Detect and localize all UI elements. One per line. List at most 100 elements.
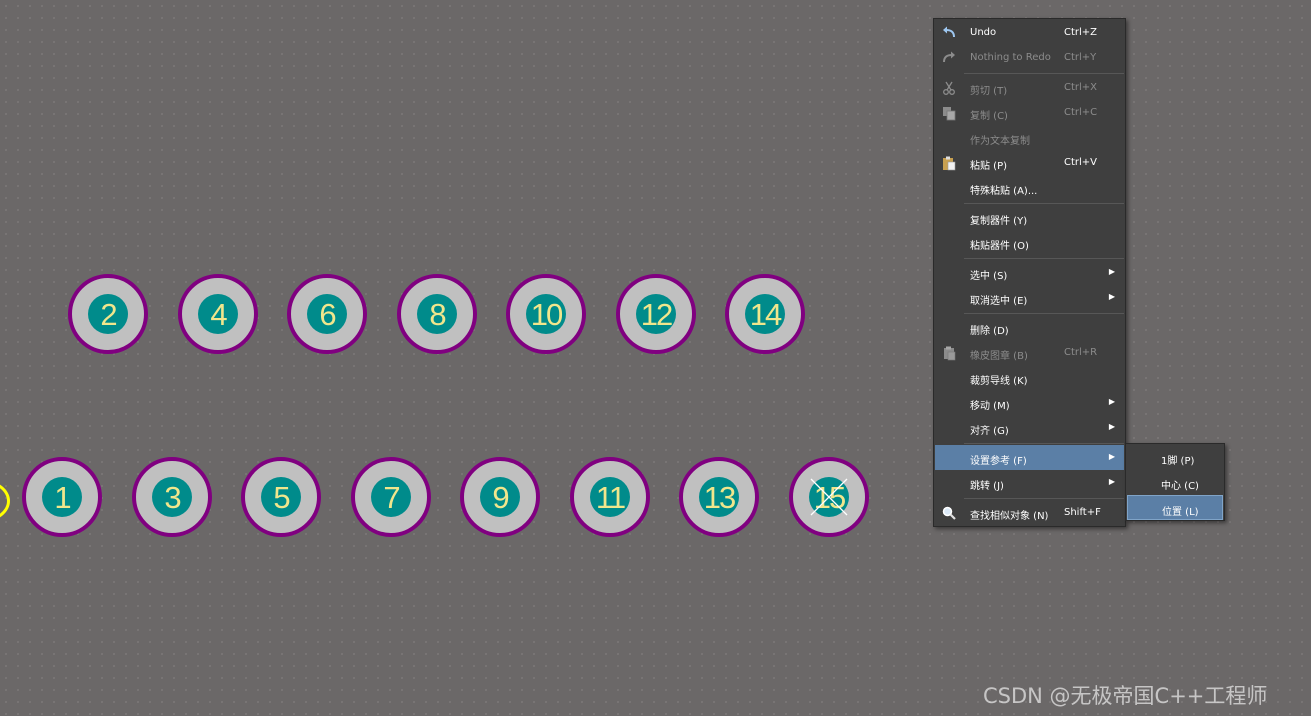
pad-5[interactable]: 5 — [241, 457, 321, 537]
search-icon — [942, 506, 956, 520]
pad-designator: 2 — [88, 294, 128, 334]
menu-item-copy[interactable]: 复制 (C) Ctrl+C — [935, 100, 1124, 125]
menu-item-break-track[interactable]: 裁剪导线 (K) — [935, 365, 1124, 390]
menu-shortcut: Ctrl+R — [1064, 347, 1098, 358]
menu-label: 移动 (M) — [970, 401, 1010, 412]
selection-cross-icon — [810, 478, 848, 516]
pad-12[interactable]: 12 — [616, 274, 696, 354]
menu-separator — [964, 498, 1124, 499]
menu-item-copy-as-text[interactable]: 作为文本复制 — [935, 125, 1124, 150]
menu-item-redo[interactable]: Nothing to Redo Ctrl+Y — [935, 45, 1124, 70]
menu-label: 中心 (C) — [1161, 481, 1199, 492]
pad-designator: 9 — [480, 477, 520, 517]
menu-shortcut: Shift+F — [1064, 507, 1101, 518]
menu-item-align[interactable]: 对齐 (G) ▶ — [935, 415, 1124, 440]
pad-3[interactable]: 3 — [132, 457, 212, 537]
reference-submenu: 1脚 (P) 中心 (C) 位置 (L) — [1125, 443, 1225, 521]
menu-item-select[interactable]: 选中 (S) ▶ — [935, 260, 1124, 285]
menu-item-move[interactable]: 移动 (M) ▶ — [935, 390, 1124, 415]
submenu-arrow-icon: ▶ — [1108, 422, 1115, 431]
menu-shortcut: Ctrl+V — [1064, 157, 1098, 168]
pad-designator: 6 — [307, 294, 347, 334]
menu-label: 1脚 (P) — [1161, 456, 1195, 467]
menu-item-paste-component[interactable]: 粘贴器件 (O) — [935, 230, 1124, 255]
paste-icon — [943, 156, 956, 171]
menu-item-cut[interactable]: 剪切 (T) Ctrl+X — [935, 75, 1124, 100]
undo-icon — [943, 26, 955, 38]
pad-15[interactable]: 15 — [789, 457, 869, 537]
pad-designator: 5 — [261, 477, 301, 517]
pad-2[interactable]: 2 — [68, 274, 148, 354]
menu-label: 选中 (S) — [970, 271, 1008, 282]
menu-separator — [964, 313, 1124, 314]
menu-label: Nothing to Redo — [970, 52, 1051, 63]
menu-separator — [964, 443, 1124, 444]
pad-1[interactable]: 1 — [22, 457, 102, 537]
menu-label: 取消选中 (E) — [970, 296, 1028, 307]
pad-designator: 7 — [371, 477, 411, 517]
pad-7[interactable]: 7 — [351, 457, 431, 537]
copy-icon — [943, 107, 956, 121]
menu-item-deselect[interactable]: 取消选中 (E) ▶ — [935, 285, 1124, 310]
pad-designator: 4 — [198, 294, 238, 334]
submenu-arrow-icon: ▶ — [1108, 267, 1115, 276]
menu-label: 删除 (D) — [970, 326, 1009, 337]
submenu-arrow-icon: ▶ — [1108, 477, 1115, 486]
pad-designator: 8 — [417, 294, 457, 334]
pad-designator: 10 — [526, 294, 566, 334]
menu-label: 复制器件 (Y) — [970, 216, 1028, 227]
menu-label: 粘贴器件 (O) — [970, 241, 1029, 252]
pad-designator: 3 — [152, 477, 192, 517]
origin-marker — [0, 480, 10, 522]
menu-item-copy-component[interactable]: 复制器件 (Y) — [935, 205, 1124, 230]
submenu-arrow-icon: ▶ — [1108, 292, 1115, 301]
redo-icon — [943, 51, 955, 63]
menu-label: 作为文本复制 — [970, 136, 1030, 147]
pad-4[interactable]: 4 — [178, 274, 258, 354]
menu-label: 跳转 (J) — [970, 481, 1004, 492]
menu-label: 位置 (L) — [1162, 507, 1199, 518]
menu-separator — [964, 258, 1124, 259]
menu-shortcut: Ctrl+C — [1064, 107, 1098, 118]
menu-item-rubber-stamp[interactable]: 橡皮图章 (B) Ctrl+R — [935, 340, 1124, 365]
menu-item-delete[interactable]: 删除 (D) — [935, 315, 1124, 340]
pad-14[interactable]: 14 — [725, 274, 805, 354]
submenu-arrow-icon: ▶ — [1108, 397, 1115, 406]
submenu-item-pin1[interactable]: 1脚 (P) — [1127, 445, 1223, 470]
pad-6[interactable]: 6 — [287, 274, 367, 354]
menu-item-jump[interactable]: 跳转 (J) ▶ — [935, 470, 1124, 495]
submenu-arrow-icon: ▶ — [1108, 452, 1115, 461]
pad-designator: 14 — [745, 294, 785, 334]
menu-item-undo[interactable]: Undo Ctrl+Z — [935, 20, 1124, 45]
menu-label: 剪切 (T) — [970, 86, 1008, 97]
menu-separator — [964, 203, 1124, 204]
pad-8[interactable]: 8 — [397, 274, 477, 354]
pad-11[interactable]: 11 — [570, 457, 650, 537]
scissors-icon — [943, 81, 955, 95]
pad-designator: 13 — [699, 477, 739, 517]
menu-item-set-reference[interactable]: 设置参考 (F) ▶ — [935, 445, 1124, 470]
menu-label: 设置参考 (F) — [970, 456, 1027, 467]
submenu-item-center[interactable]: 中心 (C) — [1127, 470, 1223, 495]
menu-label: 复制 (C) — [970, 111, 1008, 122]
menu-label: 粘贴 (P) — [970, 161, 1008, 172]
menu-shortcut: Ctrl+Y — [1064, 52, 1097, 63]
submenu-item-location[interactable]: 位置 (L) — [1127, 495, 1223, 520]
menu-label: 对齐 (G) — [970, 426, 1009, 437]
menu-item-find-similar[interactable]: 查找相似对象 (N) Shift+F — [935, 500, 1124, 525]
menu-shortcut: Ctrl+X — [1064, 82, 1098, 93]
context-menu: Undo Ctrl+Z Nothing to Redo Ctrl+Y 剪切 (T… — [933, 18, 1126, 527]
watermark: CSDN @无极帝国C++工程师 — [983, 684, 1268, 708]
menu-label: 特殊粘贴 (A)... — [970, 186, 1038, 197]
menu-label: 查找相似对象 (N) — [970, 511, 1049, 522]
pad-10[interactable]: 10 — [506, 274, 586, 354]
menu-separator — [964, 73, 1124, 74]
menu-label: Undo — [970, 27, 997, 38]
menu-item-paste[interactable]: 粘贴 (P) Ctrl+V — [935, 150, 1124, 175]
pad-designator: 12 — [636, 294, 676, 334]
pad-13[interactable]: 13 — [679, 457, 759, 537]
pad-9[interactable]: 9 — [460, 457, 540, 537]
menu-item-paste-special[interactable]: 特殊粘贴 (A)... — [935, 175, 1124, 200]
pad-designator: 11 — [590, 477, 630, 517]
pad-designator: 1 — [42, 477, 82, 517]
